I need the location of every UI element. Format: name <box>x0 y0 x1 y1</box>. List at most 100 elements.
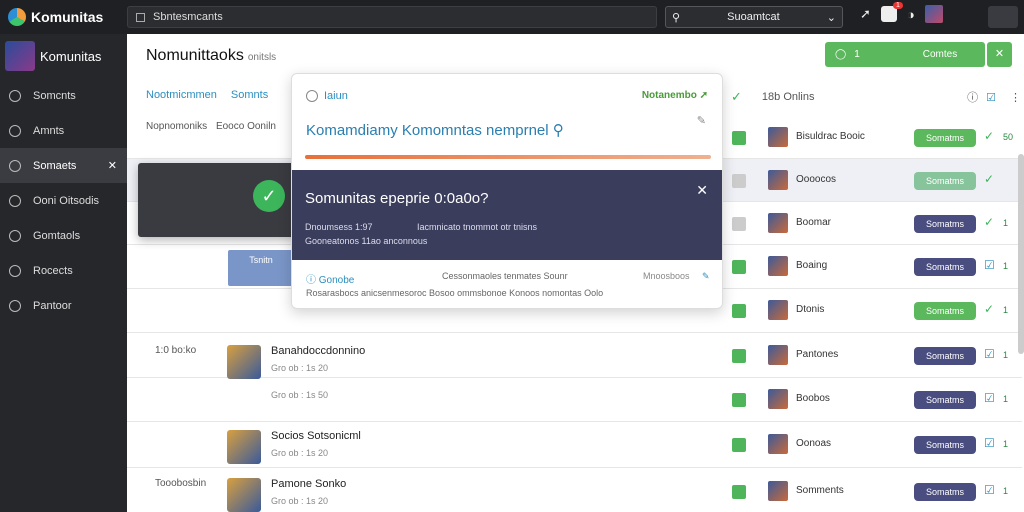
progress-bar <box>305 155 711 159</box>
column-heads: ✓ 18b Onlins ⓘ ☑ ⋮ <box>731 89 1021 105</box>
comment-icon: ◯ <box>835 49 847 60</box>
row-action-button[interactable]: Somatms <box>914 391 976 409</box>
popup-badge-label: Notanembo <box>641 90 697 101</box>
info-icon: ⓘ <box>306 275 316 286</box>
row-action-button[interactable]: Somatms <box>914 215 976 233</box>
edit-icon[interactable]: ✎ <box>702 271 710 281</box>
search-icon: ⚲ <box>672 11 681 24</box>
global-search-input[interactable]: Sbntesmcants <box>127 6 657 28</box>
row-action-button[interactable]: Somatms <box>914 172 976 190</box>
notification-button[interactable]: 1 <box>880 2 903 22</box>
table-row[interactable]: Gro ob : 1s 50 Boobos Somatms ☑ 1 <box>127 378 1022 422</box>
popup-footer-left: Gonobe <box>318 275 355 286</box>
close-icon[interactable]: ✕ <box>696 182 708 199</box>
table-row[interactable]: 1:0 bo:ko Banahdoccdonnino Gro ob : 1s 20… <box>127 333 1022 379</box>
member-name: Boobos <box>796 393 830 404</box>
check-all-icon[interactable]: ✓ <box>731 89 742 105</box>
sidebar-item-6[interactable]: Pantoor <box>0 288 127 323</box>
sidebar-item-label: Gomtaols <box>33 229 81 242</box>
app-logo[interactable]: Komunitas <box>0 8 127 26</box>
row-count: 1 <box>1003 350 1009 360</box>
row-checkbox[interactable] <box>732 349 746 363</box>
sidebar-item-4[interactable]: Gomtaols <box>0 218 127 253</box>
pencil-icon[interactable]: ✎ <box>697 114 706 127</box>
sidebar-brand[interactable]: Komunitas <box>0 34 127 78</box>
user-avatar[interactable] <box>924 5 943 23</box>
tab-notifications[interactable]: Nootmicmmen <box>146 89 217 101</box>
community-popup: Iaiun Notanembo ➚ Komamdiamy Komomntas n… <box>291 73 723 309</box>
folder-icon <box>9 124 21 137</box>
row-checkbox[interactable] <box>732 260 746 274</box>
row-count: 1 <box>1003 394 1009 404</box>
popup-question: Somunitas epeprie 0:0a0o? <box>305 190 489 207</box>
popup-footer-link[interactable]: ⓘ Gonobe <box>306 271 354 286</box>
sidebar-item-3[interactable]: Ooni Oitsodis <box>0 183 127 218</box>
item-meta: Gro ob : 1s 20 <box>271 448 329 458</box>
circle-icon <box>9 89 21 102</box>
row-action-button[interactable]: Somatms <box>914 129 976 147</box>
row-checkbox[interactable] <box>732 438 746 452</box>
sidebar-item-5[interactable]: Rocects <box>0 253 127 288</box>
sidebar-item-0[interactable]: Somcnts <box>0 78 127 113</box>
row-checkbox[interactable] <box>732 174 746 188</box>
sidebar-item-label: Amnts <box>33 124 65 137</box>
scrollbar[interactable] <box>1018 154 1024 354</box>
chevron-down-icon[interactable]: ⌄ <box>827 11 836 24</box>
row-count: 1 <box>1003 439 1009 449</box>
list-item[interactable]: Banahdoccdonnino Gro ob : 1s 20 <box>227 345 365 379</box>
member-name: Boaing <box>796 260 828 271</box>
item-meta: Gro ob : 1s 50 <box>271 390 329 400</box>
close-icon[interactable]: ✕ <box>108 159 117 172</box>
more-icon[interactable]: ⋮ <box>1010 91 1021 104</box>
check-box-icon[interactable]: ☑ <box>986 91 996 104</box>
list-item[interactable]: Gro ob : 1s 50 <box>271 384 328 400</box>
popup-search[interactable]: Iaiun <box>306 90 348 102</box>
row-checkbox[interactable] <box>732 131 746 145</box>
popup-title: Komamdiamy Komomntas nemprnel ⚲ <box>306 121 564 139</box>
row-action-button[interactable]: Somatms <box>914 258 976 276</box>
row-action-button[interactable]: Somatms <box>914 483 976 501</box>
row-count: 1 <box>1003 261 1009 271</box>
notification-badge: 1 <box>893 2 903 9</box>
item-thumbnail <box>227 478 261 512</box>
info-icon[interactable]: ⓘ <box>967 89 978 105</box>
sidebar: Komunitas Somcnts Amnts Somaets ✕ Ooni Oi… <box>0 34 127 512</box>
row-checkbox[interactable] <box>732 393 746 407</box>
tab-comments[interactable]: Somnts <box>231 89 268 101</box>
row-action-button[interactable]: Somatms <box>914 347 976 365</box>
popup-badge[interactable]: Notanembo ➚ <box>642 90 708 101</box>
popup-meta-3: Gooneatonos 11ao anconnous <box>305 236 428 246</box>
item-title: Pamone Sonko <box>271 478 347 490</box>
list-item[interactable]: Pamone Sonko Gro ob : 1s 20 <box>227 478 346 512</box>
member-avatar <box>768 300 788 320</box>
moon-icon[interactable]: ◑ <box>907 7 915 22</box>
sidebar-item-2[interactable]: Somaets ✕ <box>0 148 127 183</box>
popup-footer-line: Rosarasbocs anicsenmesoroc Bosoo ommsbon… <box>306 288 604 298</box>
member-avatar <box>768 127 788 147</box>
row-action-button[interactable]: Somatms <box>914 436 976 454</box>
member-avatar <box>768 213 788 233</box>
tabs: Nootmicmmen Somnts <box>146 89 268 101</box>
item-thumbnail <box>227 345 261 379</box>
member-avatar <box>768 345 788 365</box>
row-checkbox[interactable] <box>732 217 746 231</box>
page-subtitle: onitsls <box>247 52 277 63</box>
sidebar-item-1[interactable]: Amnts <box>0 113 127 148</box>
close-button[interactable]: ✕ <box>987 42 1012 67</box>
window-menu-button[interactable] <box>988 6 1018 28</box>
community-search-field[interactable]: ⚲ Suoamtcat ⌄ <box>665 6 843 28</box>
item-title: Banahdoccdonnino <box>271 345 366 357</box>
pin-icon[interactable]: ➚ <box>860 6 871 22</box>
comments-button[interactable]: ◯ 1 Comtes <box>825 42 985 67</box>
row-checkbox[interactable] <box>732 485 746 499</box>
status-check-icon: ✓ <box>984 129 995 143</box>
table-row[interactable]: Tooobosbin Pamone Sonko Gro ob : 1s 20 So… <box>127 468 1022 512</box>
app-name: Komunitas <box>31 9 104 25</box>
sidebar-item-label: Ooni Oitsodis <box>33 194 100 207</box>
blue-chip[interactable]: Tsnitn <box>228 250 294 286</box>
row-action-button[interactable]: Somatms <box>914 302 976 320</box>
row-label: Tooobosbin <box>155 478 207 489</box>
list-item[interactable]: Socios Sotsonicml Gro ob : 1s 20 <box>227 430 361 464</box>
row-checkbox[interactable] <box>732 304 746 318</box>
table-row[interactable]: Socios Sotsonicml Gro ob : 1s 20 Oonoas S… <box>127 422 1022 468</box>
